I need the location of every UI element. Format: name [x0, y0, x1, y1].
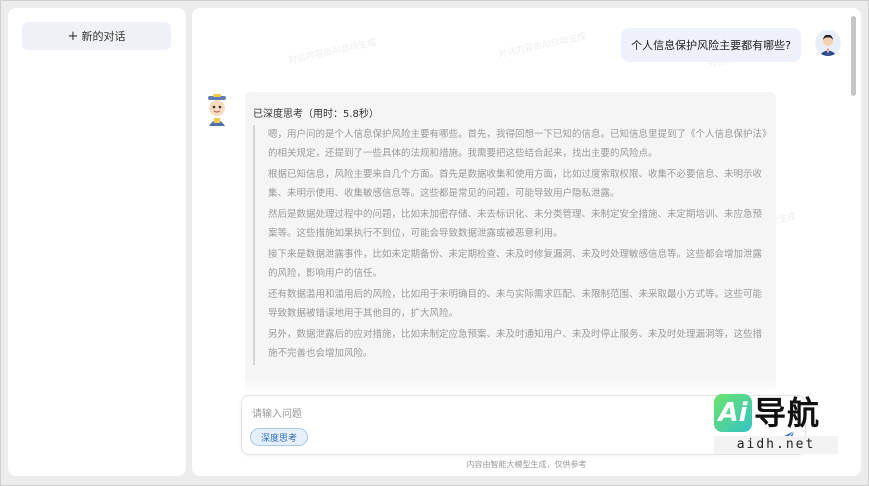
new-chat-label: 新的对话 [81, 30, 126, 43]
sidebar: + 新的对话 [8, 8, 186, 476]
think-paragraph: 另外，数据泄露后的应对措施，比如未制定应急预案、未及时通知用户、未及时停止服务、… [268, 329, 763, 359]
user-message-bubble: 个人信息保护风险主要都有哪些? [621, 28, 801, 62]
scrollbar-thumb[interactable] [851, 16, 856, 96]
watermark: 对话内容由AI自动生成 [497, 31, 588, 61]
think-paragraph: 根据已知信息，风险主要来自几个方面。首先是数据收集和使用方面，比如过度索取权限、… [268, 169, 763, 199]
brand-logo: Ai 导航 aidh.net [714, 394, 838, 456]
user-message-row: 个人信息保护风险主要都有哪些? [621, 28, 841, 62]
brand-badge: Ai [714, 394, 752, 432]
assistant-avatar [204, 94, 230, 126]
think-paragraph: 还有数据滥用和滥用后的风险，比如用于未明确目的、未与实际需求匹配、未限制范围、未… [268, 289, 763, 319]
think-paragraph: 嗯，用户问的是个人信息保护风险主要有哪些。首先，我得回想一下已知的信息。已知信息… [268, 129, 767, 159]
new-chat-button[interactable]: + 新的对话 [22, 22, 171, 50]
deep-think-toggle[interactable]: 深度思考 [250, 428, 309, 446]
think-content: 嗯，用户问的是个人信息保护风险主要有哪些。首先，我得回想一下已知的信息。已知信息… [253, 125, 768, 365]
scroll-fade [192, 377, 861, 393]
question-input[interactable] [252, 406, 652, 422]
think-title: 已深度思考（用时：5.8秒） [253, 109, 379, 120]
watermark: 对话内容由AI自动生成 [287, 37, 378, 67]
user-avatar [815, 30, 841, 56]
think-paragraph: 接下来是数据泄露事件，比如未定期备份、未定期检查、未及时修复漏洞、未及时处理敏感… [268, 249, 763, 279]
disclaimer: 内容由智能大模型生成，仅供参考 [466, 460, 587, 469]
brand-url: aidh.net [714, 436, 838, 454]
think-paragraph: 然后是数据处理过程中的问题，比如未加密存储、未去标识化、未分类管理、未制定安全措… [268, 209, 763, 239]
brand-name: 导航 [754, 394, 821, 432]
assistant-answer: 已深度思考（用时：5.8秒） 嗯，用户问的是个人信息保护风险主要有哪些。首先，我… [245, 92, 776, 392]
plus-icon: + [67, 28, 79, 44]
